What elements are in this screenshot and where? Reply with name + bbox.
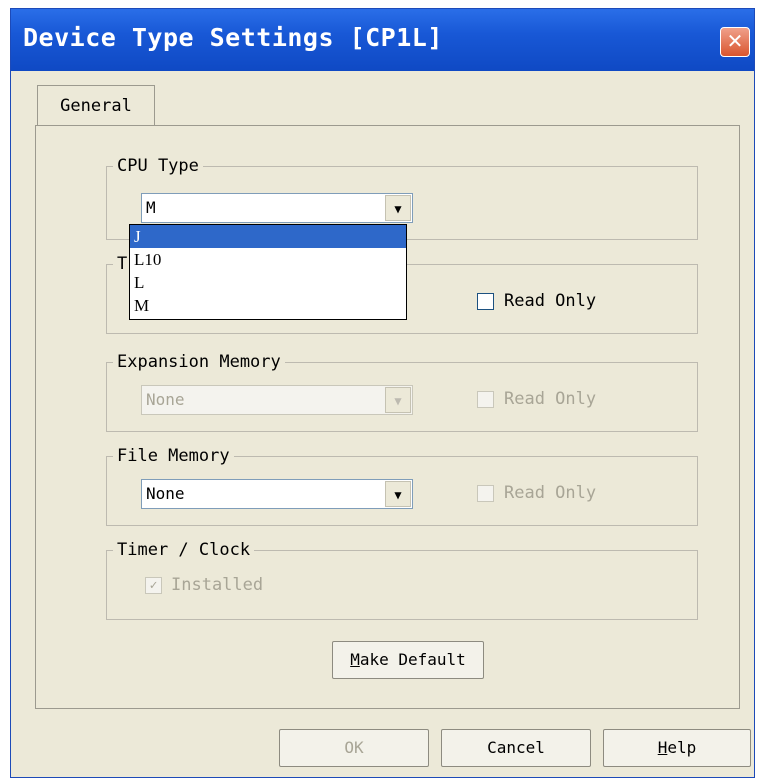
chevron-down-icon: ▼ — [385, 387, 411, 413]
close-icon[interactable]: ✕ — [720, 27, 750, 57]
dialog-title: Device Type Settings [CP1L] — [23, 23, 443, 52]
help-label: elp — [667, 738, 697, 757]
timer-clock-label: Timer / Clock — [113, 540, 255, 560]
ok-button[interactable]: OK — [279, 729, 429, 767]
help-button[interactable]: Help — [603, 729, 751, 767]
check-mark-icon: ✓ — [149, 578, 158, 593]
expansion-memory-label: Expansion Memory — [113, 352, 285, 372]
cpu-option-m[interactable]: M — [130, 294, 406, 317]
general-panel: CPU Type M ▼ T Read Only Expansion Memor… — [35, 125, 740, 709]
cpu-type-value: M — [146, 198, 156, 217]
cpu-option-l10[interactable]: L10 — [130, 248, 406, 271]
file-memory-group: File Memory None ▼ Read Only — [106, 446, 698, 526]
expansion-memory-read-only-label: Read Only — [504, 389, 597, 409]
chevron-down-icon[interactable]: ▼ — [385, 195, 411, 221]
file-memory-select[interactable]: None ▼ — [141, 479, 413, 509]
expansion-memory-group: Expansion Memory None ▼ Read Only — [106, 352, 698, 432]
chevron-down-icon[interactable]: ▼ — [385, 481, 411, 507]
file-memory-read-only-checkbox[interactable] — [477, 485, 494, 502]
expansion-memory-select[interactable]: None ▼ — [141, 385, 413, 415]
timer-clock-group: Timer / Clock ✓ Installed — [106, 540, 698, 620]
expansion-memory-value: None — [146, 390, 185, 409]
expansion-memory-read-only-checkbox[interactable] — [477, 391, 494, 408]
cpu-option-j[interactable]: J — [130, 225, 406, 248]
file-memory-value: None — [146, 484, 185, 503]
program-memory-read-only-label: Read Only — [504, 291, 597, 311]
cpu-option-l[interactable]: L — [130, 271, 406, 294]
title-bar[interactable]: Device Type Settings [CP1L] ✕ — [11, 9, 754, 71]
file-memory-read-only-label: Read Only — [504, 483, 597, 503]
make-default-label: ake Default — [359, 650, 466, 669]
cpu-type-select[interactable]: M ▼ — [141, 193, 413, 223]
make-default-button[interactable]: Make Default — [332, 641, 484, 679]
device-type-settings-dialog: Device Type Settings [CP1L] ✕ General CP… — [10, 8, 755, 778]
cpu-type-label: CPU Type — [113, 156, 203, 176]
tab-general[interactable]: General — [37, 85, 155, 125]
cancel-button[interactable]: Cancel — [441, 729, 591, 767]
make-default-accelerator: M — [350, 650, 360, 669]
installed-checkbox[interactable]: ✓ — [145, 577, 162, 594]
cpu-type-dropdown-list: J L10 L M — [129, 224, 407, 320]
file-memory-label: File Memory — [113, 446, 234, 466]
program-memory-read-only-checkbox[interactable] — [477, 293, 494, 310]
help-accelerator: H — [657, 738, 668, 757]
installed-label: Installed — [171, 575, 264, 595]
